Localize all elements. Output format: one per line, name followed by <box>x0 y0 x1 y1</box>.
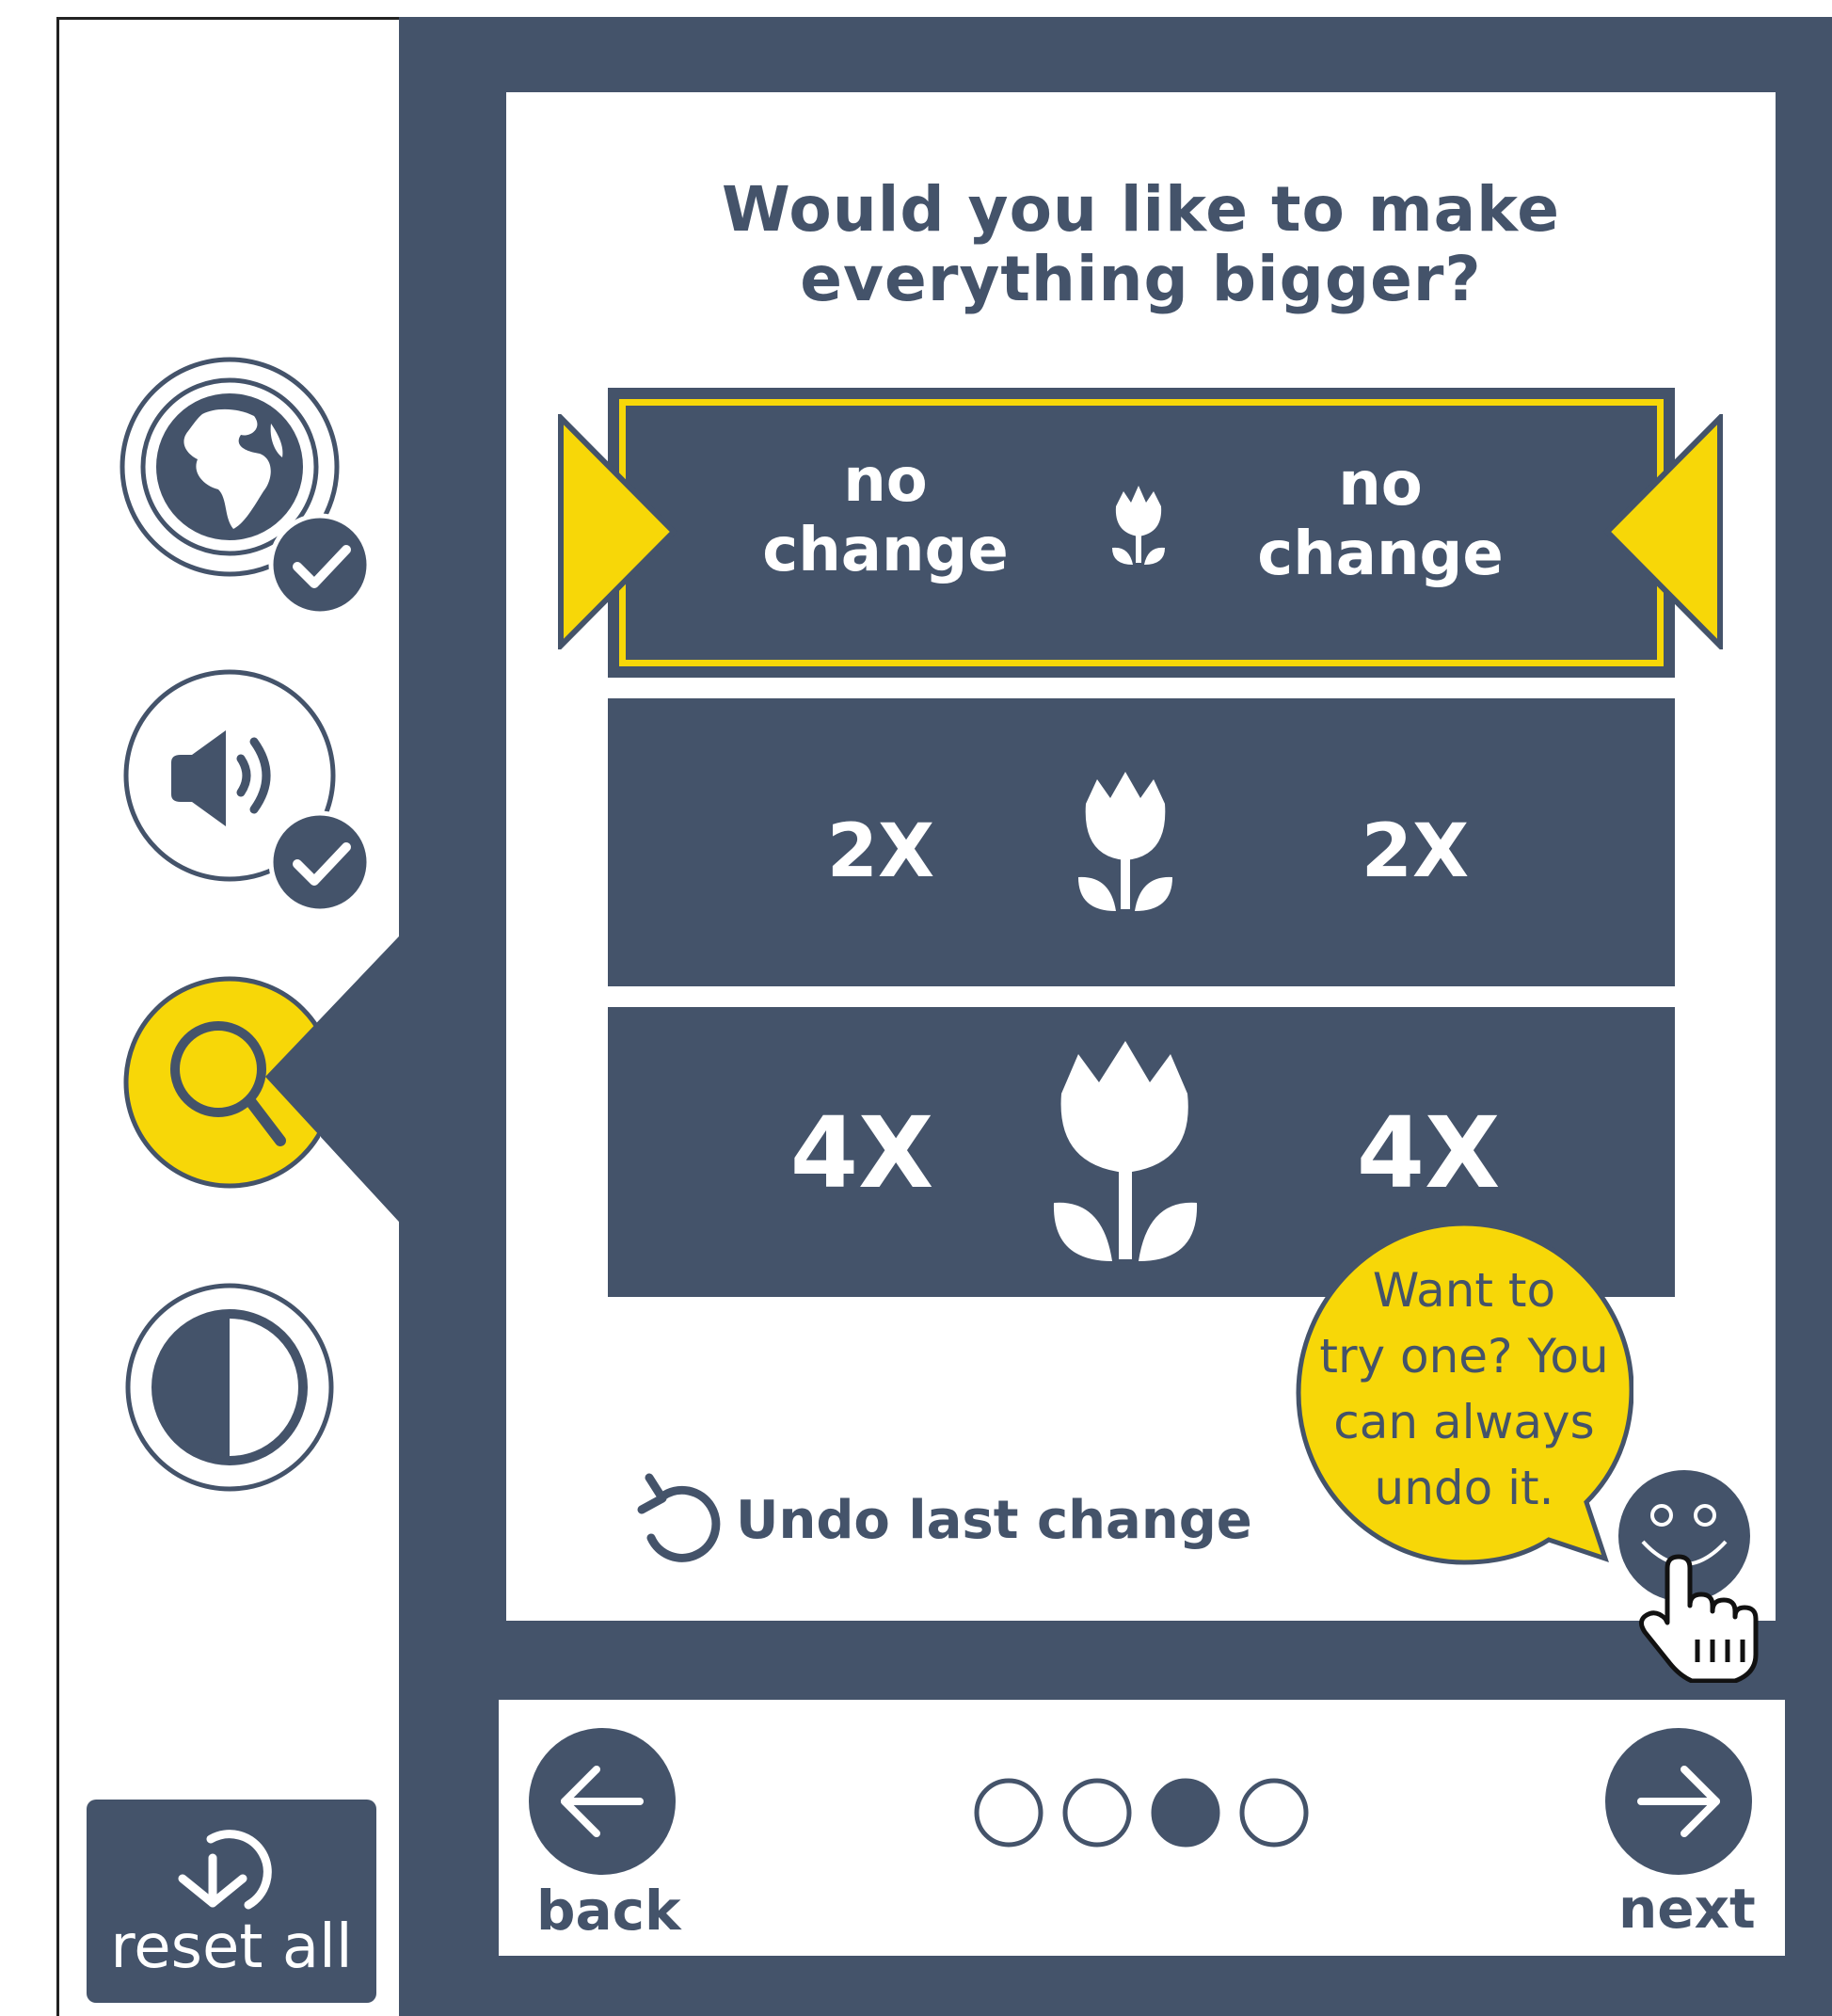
question-line-1: Would you like to make <box>721 173 1561 246</box>
option-no-change[interactable]: no change no change <box>608 388 1675 678</box>
reset-icon <box>178 1830 272 1910</box>
reset-all-button[interactable]: reset all <box>87 1800 376 2003</box>
helper-line-3: can always <box>1333 1395 1595 1449</box>
option-right-line-1: no <box>1338 450 1423 520</box>
tulip-icon-large <box>1053 1041 1198 1261</box>
step-dot-4 <box>1239 1778 1309 1848</box>
question-line-2: everything bigger? <box>800 243 1482 315</box>
undo-button[interactable]: Undo last change <box>630 1468 1252 1572</box>
next-button[interactable] <box>1603 1726 1754 1877</box>
option-right-line-2: change <box>1257 520 1504 589</box>
step-dot-2 <box>1062 1778 1132 1848</box>
option-2x[interactable]: 2X 2X <box>608 698 1675 986</box>
reset-all-label: reset all <box>110 1912 353 1982</box>
next-label: next <box>1618 1877 1756 1941</box>
option-right-label: 2X <box>1361 809 1470 894</box>
page-title: Would you like to make everything bigger… <box>506 175 1776 314</box>
option-right-label: 4X <box>1356 1096 1501 1210</box>
back-button[interactable] <box>527 1726 677 1877</box>
tulip-icon-medium <box>1078 772 1172 911</box>
undo-label: Undo last change <box>736 1489 1252 1551</box>
contrast-icon <box>151 1309 308 1465</box>
helper-line-4: undo it. <box>1374 1461 1554 1515</box>
tulip-icon-small <box>1112 486 1165 565</box>
option-left-line-2: change <box>762 516 1009 585</box>
helper-line-2: try one? You <box>1319 1329 1609 1384</box>
back-label: back <box>536 1879 681 1943</box>
step-indicator <box>974 1778 1309 1848</box>
helper-line-1: Want to <box>1372 1263 1556 1318</box>
option-left-label: 4X <box>789 1096 934 1210</box>
sidebar-item-contrast[interactable] <box>113 1271 348 1506</box>
option-left-label: 2X <box>826 809 935 894</box>
undo-icon <box>637 1473 721 1562</box>
selection-arrow-left <box>558 414 678 649</box>
helper-text: Want to try one? You can always undo it. <box>1304 1257 1624 1521</box>
step-dot-3-current <box>1151 1778 1220 1848</box>
smiley-helper-icon[interactable] <box>1615 1466 1775 1683</box>
selection-arrow-right <box>1602 414 1723 649</box>
active-step-pointer-overlay <box>265 936 399 1222</box>
bottom-navigation: back next <box>499 1700 1785 1956</box>
option-left-line-1: no <box>843 446 928 516</box>
step-dot-1 <box>974 1778 1043 1848</box>
